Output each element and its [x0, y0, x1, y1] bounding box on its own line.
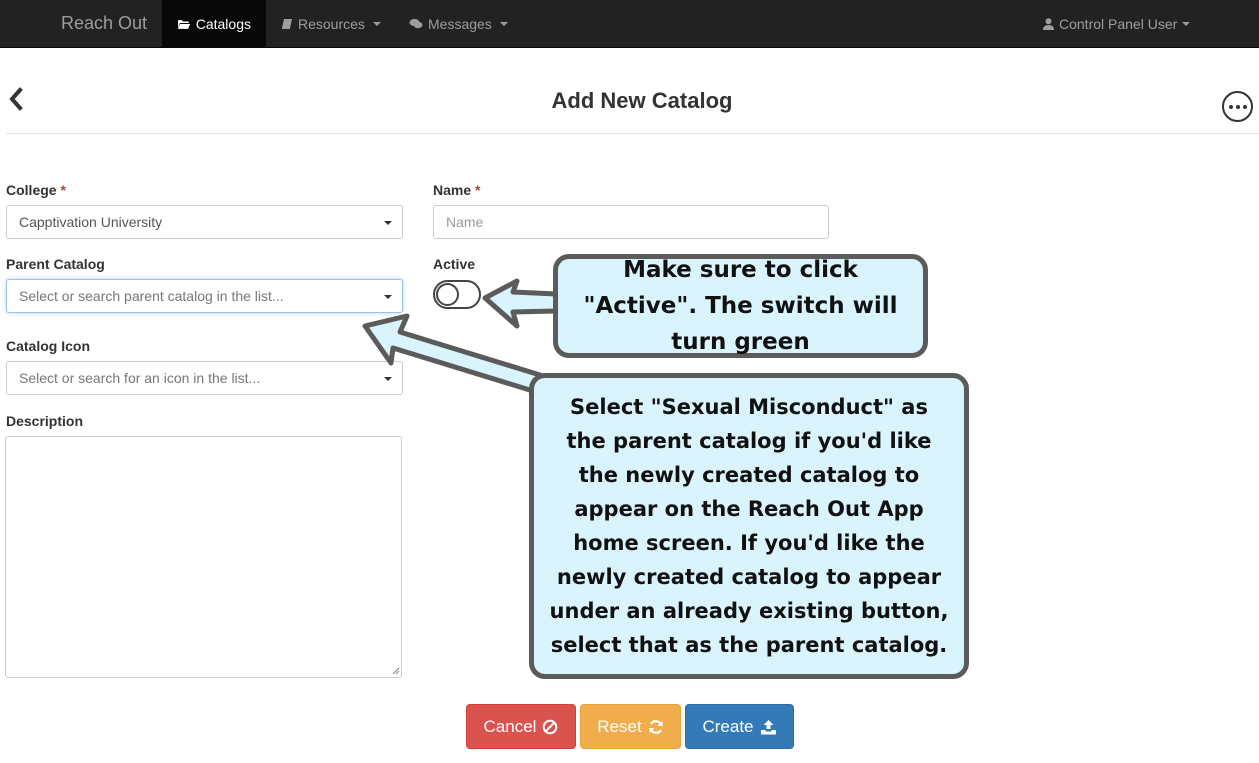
arrow-to-active-toggle	[482, 278, 559, 329]
more-options-button[interactable]	[1222, 91, 1253, 122]
nav-resources[interactable]: Resources	[266, 0, 396, 48]
active-label: Active	[433, 256, 476, 272]
description-label: Description	[6, 413, 84, 429]
dot	[1242, 104, 1247, 109]
active-annotation-callout: Make sure to click "Active". The switch …	[553, 254, 928, 358]
caret-down-icon	[384, 377, 392, 381]
folder-open-icon	[177, 20, 191, 29]
active-annotation-text: Make sure to click "Active". The switch …	[583, 257, 898, 355]
caret-down-icon	[499, 22, 508, 26]
caret-down-icon	[372, 22, 381, 26]
nav-resources-label: Resources	[298, 16, 365, 32]
ban-icon	[543, 719, 558, 734]
parent-catalog-placeholder: Select or search parent catalog in the l…	[19, 288, 284, 304]
reset-button-label: Reset	[597, 716, 642, 736]
user-menu-label: Control Panel User	[1059, 16, 1178, 32]
nav-catalogs-label: Catalogs	[195, 16, 251, 32]
brand-logo[interactable]: Reach Out	[61, 12, 147, 34]
page-title: Add New Catalog	[551, 88, 733, 113]
dot	[1235, 104, 1240, 109]
college-select[interactable]: Capptivation University	[6, 205, 403, 239]
college-label-text: College	[6, 182, 57, 198]
resize-grip-icon[interactable]	[392, 667, 400, 675]
dot	[1228, 104, 1233, 109]
catalog-icon-label: Catalog Icon	[6, 338, 91, 354]
nav-messages-label: Messages	[428, 16, 492, 32]
create-button-label: Create	[702, 716, 754, 736]
parent-catalog-annotation-callout: Select "Sexual Misconduct" as the parent…	[529, 373, 969, 679]
reset-button[interactable]: Reset	[580, 704, 681, 749]
name-label: Name *	[433, 182, 480, 198]
name-input[interactable]	[433, 205, 829, 239]
parent-catalog-select[interactable]: Select or search parent catalog in the l…	[6, 279, 403, 313]
required-mark: *	[475, 182, 481, 198]
comments-icon	[409, 18, 423, 29]
header-divider	[6, 133, 1259, 134]
name-label-text: Name	[433, 182, 472, 198]
college-select-value: Capptivation University	[19, 214, 163, 230]
catalog-icon-select[interactable]: Select or search for an icon in the list…	[6, 361, 403, 395]
create-button[interactable]: Create	[685, 704, 794, 749]
active-toggle-switch[interactable]	[433, 280, 481, 309]
caret-down-icon	[384, 295, 392, 299]
parent-catalog-label: Parent Catalog	[6, 256, 105, 272]
cancel-button-label: Cancel	[483, 716, 537, 736]
required-mark: *	[60, 182, 66, 198]
nav-messages[interactable]: Messages	[394, 0, 523, 48]
book-icon	[282, 19, 292, 29]
caret-down-icon	[384, 221, 392, 225]
parent-catalog-annotation-text: Select "Sexual Misconduct" as the parent…	[549, 395, 949, 657]
cancel-button[interactable]: Cancel	[466, 704, 576, 749]
nav-catalogs[interactable]: Catalogs	[162, 0, 266, 48]
caret-down-icon	[1182, 22, 1191, 26]
user-icon	[1043, 18, 1054, 30]
refresh-icon	[649, 719, 663, 734]
description-textarea[interactable]	[5, 436, 402, 678]
nav-user-menu[interactable]: Control Panel User	[1028, 0, 1205, 48]
college-label: College *	[6, 182, 66, 198]
toggle-knob	[436, 283, 459, 306]
catalog-icon-placeholder: Select or search for an icon in the list…	[19, 370, 261, 386]
upload-icon	[760, 719, 776, 734]
top-navbar: Reach Out Catalogs Resources Messages Co…	[0, 0, 1259, 48]
